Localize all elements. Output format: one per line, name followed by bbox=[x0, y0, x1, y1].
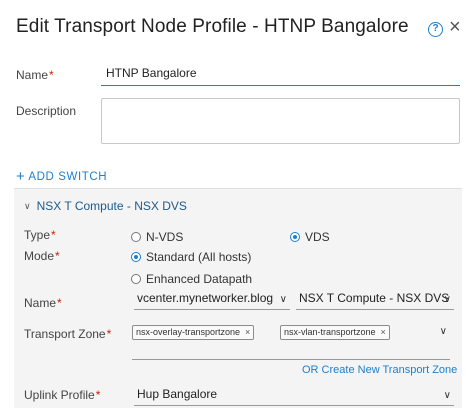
chevron-down-icon[interactable]: ∨ bbox=[444, 290, 451, 310]
chevron-down-icon[interactable]: ∨ bbox=[280, 290, 287, 310]
radio-circle-selected[interactable] bbox=[131, 252, 141, 262]
radio-circle[interactable] bbox=[131, 232, 141, 242]
chevron-down-icon[interactable]: ∨ bbox=[24, 201, 31, 212]
uplink-profile-label: Uplink Profile* bbox=[24, 388, 101, 402]
question-circle-icon[interactable]: ? bbox=[428, 22, 443, 37]
transport-zone-multiselect[interactable]: nsx-overlay-transportzone × nsx-vlan-tran… bbox=[132, 322, 450, 360]
remove-chip-icon[interactable]: × bbox=[381, 327, 386, 337]
name-input[interactable]: HTNP Bangalore bbox=[101, 62, 460, 86]
dialog-title: Edit Transport Node Profile - HTNP Banga… bbox=[16, 16, 409, 37]
radio-circle[interactable] bbox=[131, 274, 141, 284]
switch-select[interactable]: NSX T Compute - NSX DVS ∨ bbox=[296, 288, 454, 310]
transport-zone-label: Transport Zone* bbox=[24, 327, 112, 341]
mode-label: Mode* bbox=[24, 249, 60, 263]
type-label: Type* bbox=[24, 228, 56, 242]
transport-zone-chip: nsx-overlay-transportzone × bbox=[132, 325, 255, 340]
add-switch-button[interactable]: + ADD SWITCH bbox=[16, 167, 108, 185]
switch-panel-header[interactable]: ∨ NSX T Compute - NSX DVS bbox=[24, 199, 187, 213]
add-switch-label: ADD SWITCH bbox=[28, 171, 108, 183]
mode-radio-standard[interactable]: Standard (All hosts) bbox=[131, 250, 251, 264]
switch-panel-title: NSX T Compute - NSX DVS bbox=[36, 199, 187, 213]
create-transport-zone-link[interactable]: OR Create New Transport Zone bbox=[302, 364, 457, 376]
chevron-down-icon[interactable]: ∨ bbox=[444, 386, 451, 406]
transport-zone-chip: nsx-vlan-transportzone × bbox=[280, 325, 390, 340]
chevron-down-icon[interactable]: ∨ bbox=[440, 326, 447, 337]
vcenter-select[interactable]: vcenter.mynetworker.blog ∨ bbox=[134, 288, 290, 310]
required-marker: * bbox=[49, 68, 54, 82]
remove-chip-icon[interactable]: × bbox=[245, 327, 250, 337]
uplink-profile-select[interactable]: Hup Bangalore ∨ bbox=[134, 384, 454, 406]
radio-circle-selected[interactable] bbox=[290, 232, 300, 242]
description-label: Description bbox=[16, 104, 77, 118]
switch-name-label: Name* bbox=[24, 296, 62, 310]
close-icon[interactable]: × bbox=[449, 17, 461, 37]
plus-icon: + bbox=[16, 168, 26, 185]
type-radio-vds[interactable]: VDS bbox=[290, 230, 330, 244]
type-radio-nvds[interactable]: N-VDS bbox=[131, 230, 183, 244]
mode-radio-enhanced[interactable]: Enhanced Datapath bbox=[131, 272, 252, 286]
name-label: Name* bbox=[16, 68, 54, 82]
description-textarea[interactable] bbox=[101, 98, 460, 144]
